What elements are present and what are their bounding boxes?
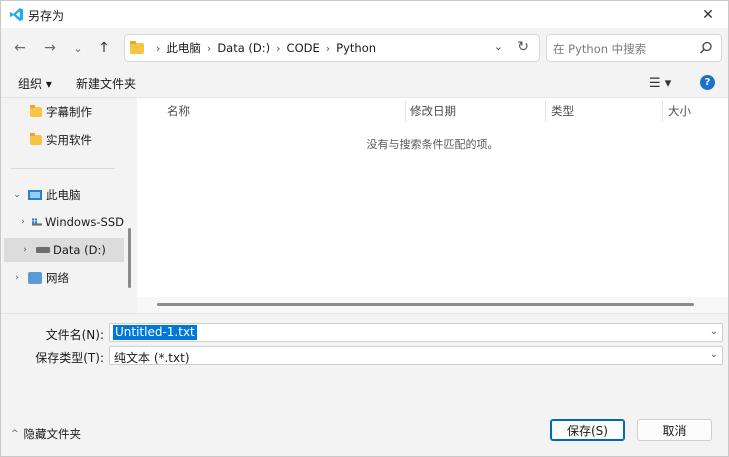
sidebar-item-this-pc[interactable]: ⌄ 此电脑	[4, 183, 124, 207]
save-fields: 文件名(N): Untitled-1.txt ⌄ 保存类型(T): 纯文本 (*…	[1, 313, 728, 403]
filetype-value: 纯文本 (*.txt)	[114, 351, 190, 365]
sidebar-item-data-drive[interactable]: › Data (D:)	[4, 238, 124, 262]
navigation-pane: 字幕制作 实用软件 ⌄ 此电脑 › Windows-SSD › Data (D:…	[1, 98, 132, 313]
empty-folder-message: 没有与搜索条件匹配的项。	[366, 138, 499, 151]
sidebar-item-subtitles[interactable]: 字幕制作	[4, 100, 124, 124]
network-icon	[28, 272, 42, 284]
sidebar-scrollbar[interactable]	[128, 228, 131, 288]
arrow-up-icon: ↑	[98, 40, 110, 56]
view-options-icon[interactable]: ☰ ▾	[649, 76, 671, 91]
sort-ascending-icon: ^	[279, 98, 287, 105]
sidebar-item-network[interactable]: › 网络	[4, 266, 124, 290]
new-folder-button[interactable]: 新建文件夹	[76, 75, 136, 92]
breadcrumb-separator: ›	[156, 41, 161, 55]
filename-input[interactable]: Untitled-1.txt	[113, 325, 197, 340]
folder-icon	[30, 105, 42, 117]
breadcrumb-data-drive[interactable]: Data (D:)	[217, 41, 270, 55]
sidebar-item-label: Windows-SSD	[45, 215, 124, 229]
chevron-right-icon[interactable]: ›	[18, 217, 28, 227]
column-header-name[interactable]: 名称	[167, 103, 190, 119]
filetype-select[interactable]: 纯文本 (*.txt) ⌄	[109, 346, 723, 365]
chevron-down-icon[interactable]: ⌄	[10, 190, 24, 200]
folder-icon	[130, 40, 144, 54]
sidebar-item-utilities[interactable]: 实用软件	[4, 128, 124, 152]
save-as-dialog: 另存为 ✕ ← → ⌄ ↑ › 此电脑 › Data (D:) › CODE ›…	[0, 0, 729, 457]
organize-button[interactable]: 组织 ▾	[18, 75, 52, 92]
horizontal-scrollbar[interactable]	[157, 303, 694, 306]
chevron-down-icon[interactable]: ⌄	[710, 326, 718, 337]
hide-folders-toggle[interactable]: ^ 隐藏文件夹	[11, 426, 81, 442]
dialog-footer: ^ 隐藏文件夹 保存(S) 取消	[1, 403, 728, 456]
sidebar-item-label: 网络	[46, 271, 69, 285]
chevron-right-icon[interactable]: ›	[10, 273, 24, 283]
breadcrumb-code[interactable]: CODE	[287, 41, 320, 55]
close-button[interactable]: ✕	[688, 1, 728, 28]
arrow-right-icon: →	[44, 40, 56, 56]
folder-icon	[30, 133, 42, 145]
search-box[interactable]: 在 Python 中搜索	[546, 34, 722, 62]
file-list: ^ 名称 修改日期 类型 大小 没有与搜索条件匹配的项。	[137, 98, 728, 313]
breadcrumb-separator: ›	[325, 41, 331, 55]
back-button[interactable]: ←	[9, 37, 31, 59]
navigation-bar: ← → ⌄ ↑ › 此电脑 › Data (D:) › CODE › Pytho…	[1, 28, 728, 68]
breadcrumb-this-pc[interactable]: 此电脑	[166, 40, 201, 56]
up-button[interactable]: ↑	[93, 37, 115, 59]
filename-field[interactable]: Untitled-1.txt ⌄	[109, 323, 723, 342]
help-icon[interactable]: ?	[700, 75, 715, 90]
chevron-right-icon[interactable]: ›	[18, 245, 32, 255]
sidebar-item-label: 此电脑	[46, 188, 81, 202]
column-header-date-modified[interactable]: 修改日期	[410, 103, 456, 119]
sidebar-item-windows-ssd[interactable]: › Windows-SSD	[4, 210, 124, 234]
breadcrumb-separator: ›	[276, 41, 281, 55]
sidebar-item-label: 实用软件	[46, 133, 92, 147]
sidebar-item-label: 字幕制作	[46, 105, 92, 119]
command-toolbar: 组织 ▾ 新建文件夹 ☰ ▾ ?	[1, 68, 728, 98]
column-separator[interactable]	[662, 100, 663, 122]
breadcrumb-separator: ›	[206, 41, 212, 55]
search-input[interactable]: 在 Python 中搜索	[553, 41, 646, 57]
title-bar: 另存为 ✕	[1, 1, 728, 28]
address-bar[interactable]: › 此电脑 › Data (D:) › CODE › Python ⌄ ↻	[124, 34, 540, 62]
filename-label: 文件名(N):	[45, 328, 104, 342]
chevron-up-icon: ^	[11, 429, 19, 439]
sidebar-divider	[11, 168, 115, 169]
recent-locations-button[interactable]: ⌄	[67, 37, 89, 59]
address-dropdown-icon[interactable]: ⌄	[494, 40, 503, 53]
save-button[interactable]: 保存(S)	[550, 419, 625, 441]
vscode-icon	[9, 7, 24, 22]
forward-button[interactable]: →	[39, 37, 61, 59]
breadcrumb-python[interactable]: Python	[336, 41, 376, 55]
column-separator[interactable]	[405, 100, 406, 122]
window-title: 另存为	[28, 9, 65, 23]
refresh-icon[interactable]: ↻	[517, 39, 529, 55]
chevron-down-icon[interactable]: ⌄	[710, 349, 718, 360]
computer-icon	[28, 190, 42, 200]
sidebar-item-label: Data (D:)	[53, 243, 106, 257]
close-icon: ✕	[702, 6, 714, 23]
column-header-type[interactable]: 类型	[551, 103, 574, 119]
arrow-left-icon: ←	[14, 40, 26, 56]
drive-icon	[36, 247, 50, 253]
hide-folders-label: 隐藏文件夹	[23, 427, 82, 441]
chevron-down-icon: ⌄	[73, 41, 83, 55]
filetype-label: 保存类型(T):	[35, 351, 104, 365]
windows-drive-icon	[32, 218, 43, 226]
search-icon	[699, 41, 712, 54]
cancel-button[interactable]: 取消	[637, 419, 712, 441]
column-separator[interactable]	[545, 100, 546, 122]
column-header-size[interactable]: 大小	[668, 103, 691, 119]
